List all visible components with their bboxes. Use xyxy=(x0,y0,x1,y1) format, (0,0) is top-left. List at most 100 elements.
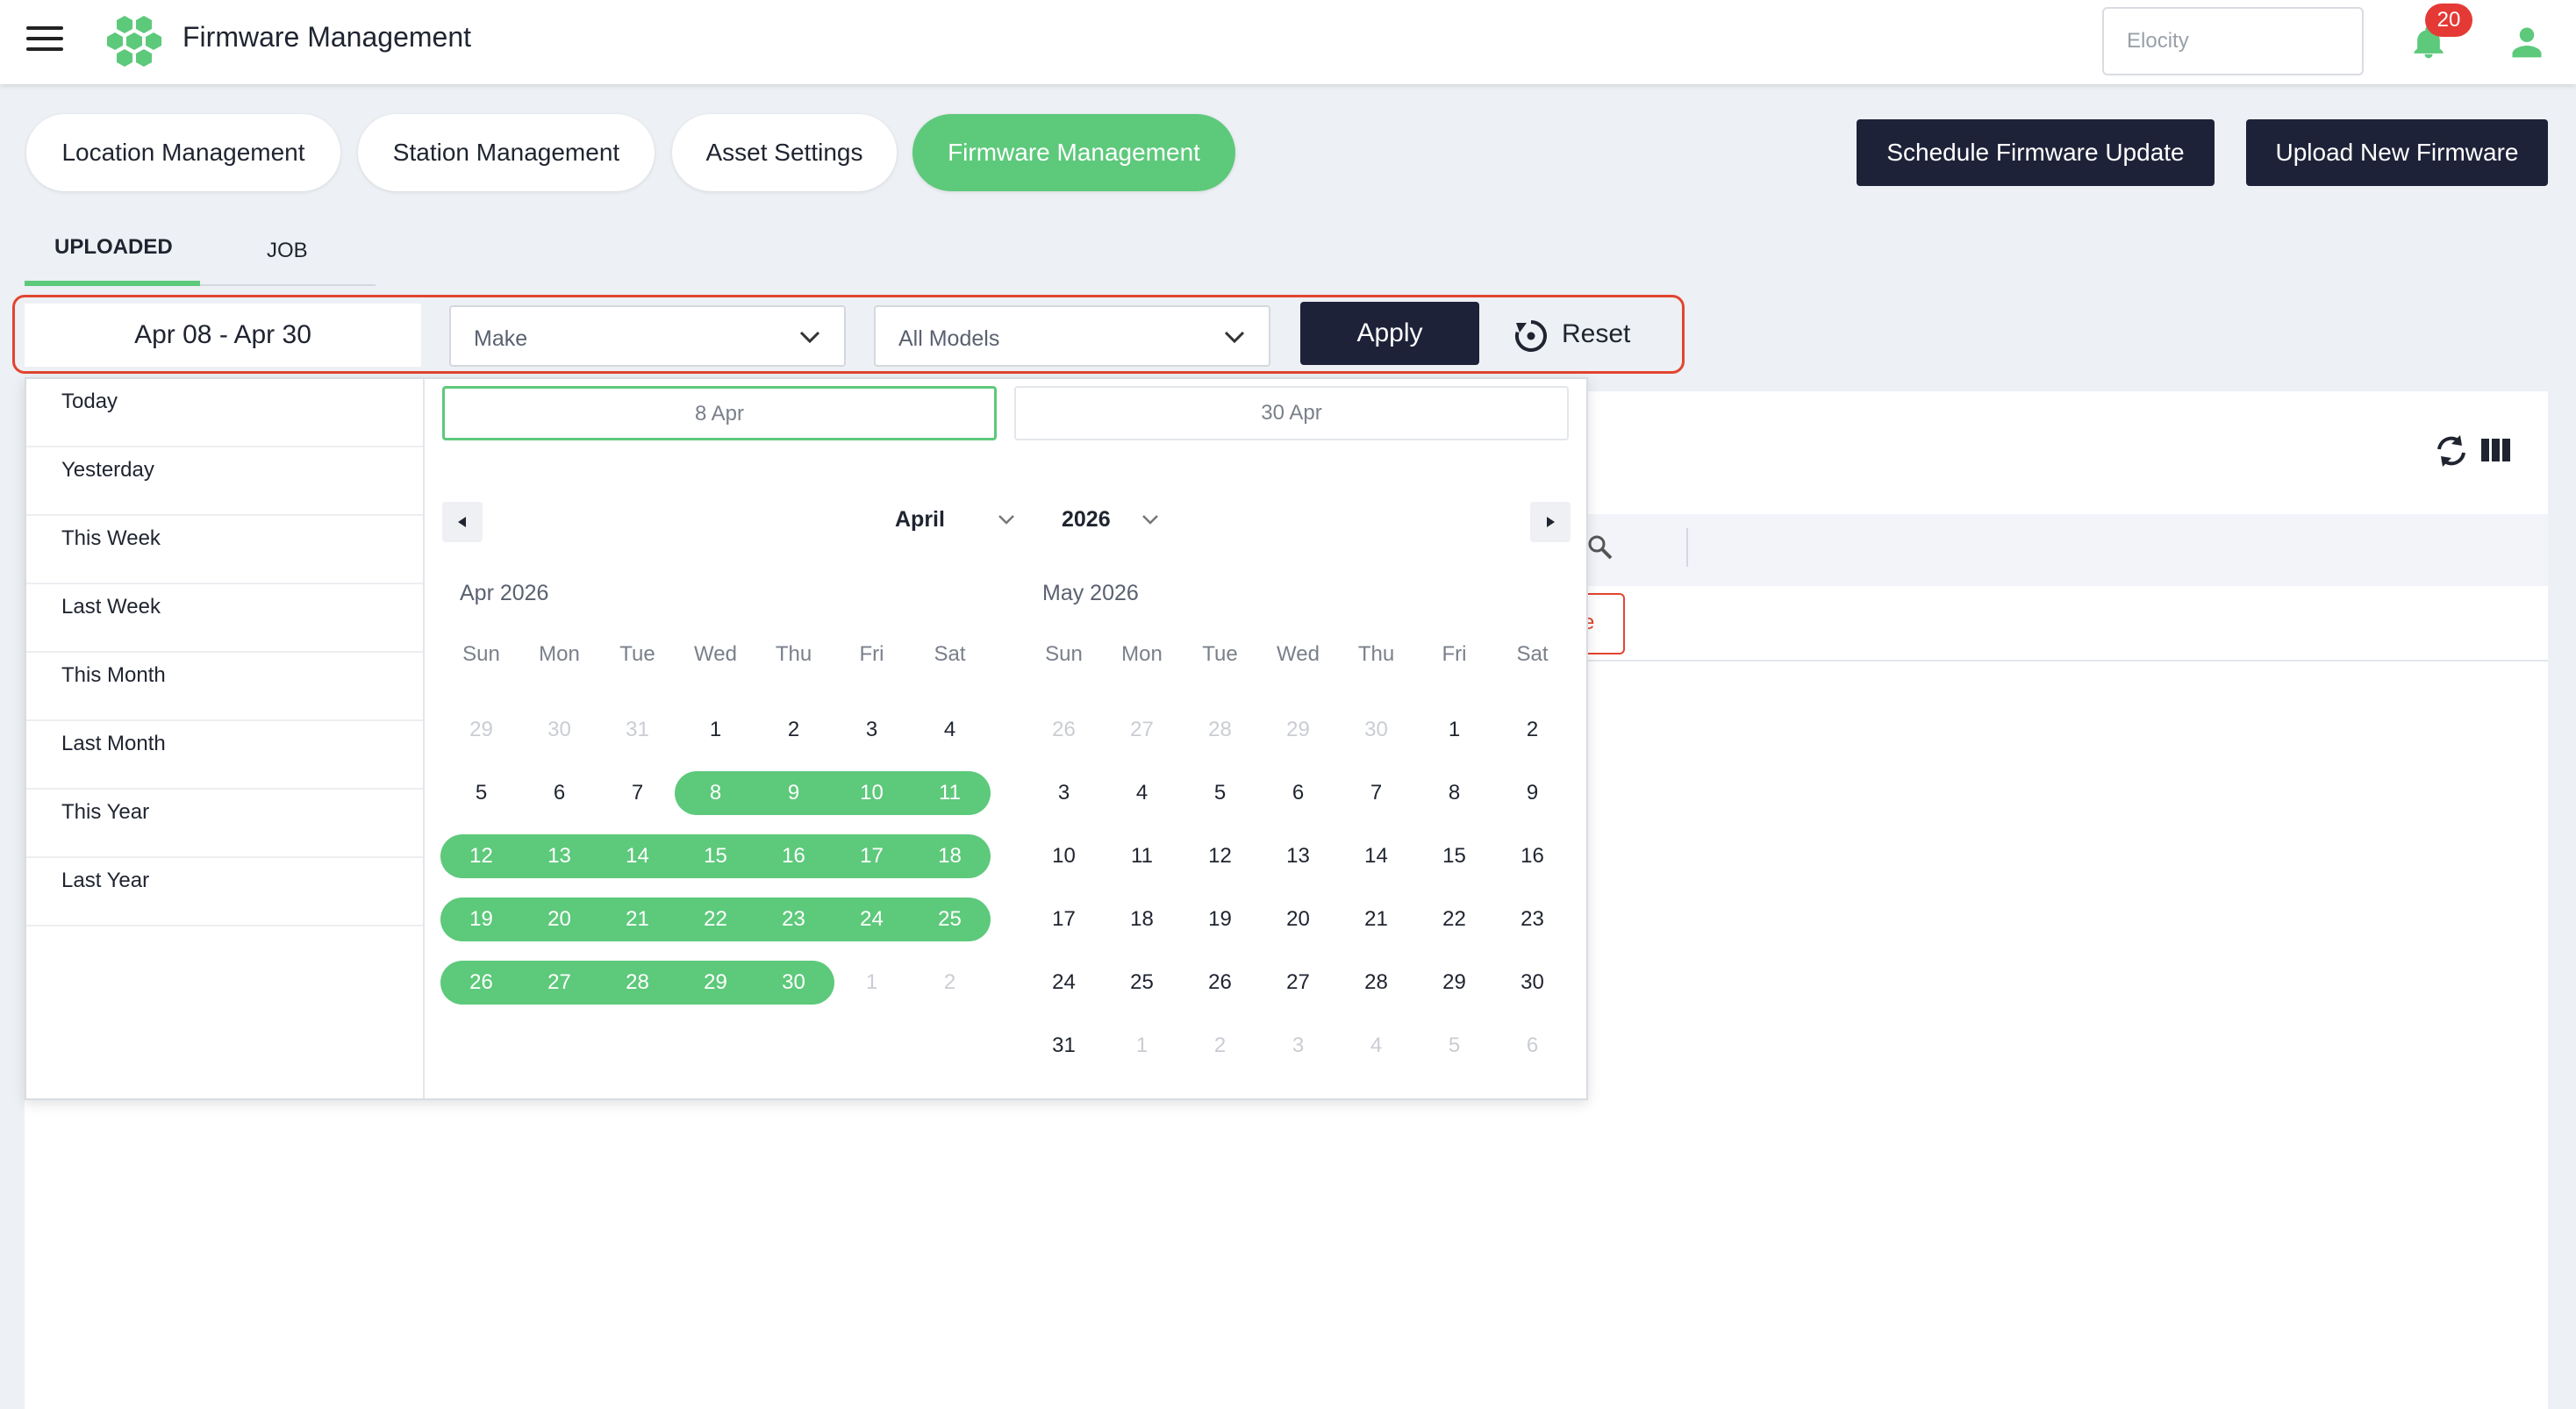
user-icon[interactable] xyxy=(2508,23,2546,61)
calendar-day[interactable]: 6 xyxy=(1259,772,1337,814)
preset-this-week[interactable]: This Week xyxy=(26,516,423,584)
calendar-day[interactable]: 28 xyxy=(598,962,676,1004)
calendar-day[interactable]: 23 xyxy=(755,898,833,941)
calendar-day[interactable]: 26 xyxy=(442,962,520,1004)
calendar-day[interactable]: 29 xyxy=(676,962,755,1004)
calendar-day[interactable]: 20 xyxy=(520,898,598,941)
columns-icon[interactable] xyxy=(2481,439,2510,461)
calendar-day[interactable]: 22 xyxy=(676,898,755,941)
tab-job[interactable]: JOB xyxy=(267,239,308,263)
calendar-day[interactable]: 13 xyxy=(520,835,598,877)
tab-location-management[interactable]: Location Management xyxy=(26,114,340,191)
calendar-day[interactable]: 24 xyxy=(1025,962,1103,1004)
calendar-day[interactable]: 1 xyxy=(1103,1025,1181,1067)
calendar-day[interactable]: 12 xyxy=(1181,835,1259,877)
preset-last-year[interactable]: Last Year xyxy=(26,858,423,926)
calendar-day[interactable]: 15 xyxy=(1415,835,1493,877)
calendar-day[interactable]: 27 xyxy=(1103,709,1181,751)
calendar-day[interactable]: 6 xyxy=(520,772,598,814)
prev-month-button[interactable] xyxy=(442,502,483,542)
calendar-day[interactable]: 5 xyxy=(1181,772,1259,814)
preset-this-month[interactable]: This Month xyxy=(26,653,423,721)
calendar-day[interactable]: 18 xyxy=(911,835,989,877)
calendar-day[interactable]: 14 xyxy=(598,835,676,877)
calendar-day[interactable]: 19 xyxy=(1181,898,1259,941)
calendar-day[interactable]: 27 xyxy=(520,962,598,1004)
preset-last-week[interactable]: Last Week xyxy=(26,584,423,653)
calendar-day[interactable]: 4 xyxy=(911,709,989,751)
calendar-day[interactable]: 12 xyxy=(442,835,520,877)
calendar-day[interactable]: 30 xyxy=(755,962,833,1004)
calendar-day[interactable]: 29 xyxy=(1259,709,1337,751)
date-range-input[interactable]: Apr 08 - Apr 30 xyxy=(25,304,421,367)
calendar-day[interactable]: 11 xyxy=(1103,835,1181,877)
calendar-day[interactable]: 21 xyxy=(1337,898,1415,941)
calendar-day[interactable]: 4 xyxy=(1337,1025,1415,1067)
calendar-day[interactable]: 9 xyxy=(1493,772,1571,814)
calendar-day[interactable]: 27 xyxy=(1259,962,1337,1004)
calendar-day[interactable]: 31 xyxy=(1025,1025,1103,1067)
calendar-day[interactable]: 3 xyxy=(833,709,911,751)
preset-yesterday[interactable]: Yesterday xyxy=(26,447,423,516)
calendar-day[interactable]: 2 xyxy=(755,709,833,751)
start-date-input[interactable]: 8 Apr xyxy=(442,386,997,440)
calendar-day[interactable]: 28 xyxy=(1181,709,1259,751)
calendar-day[interactable]: 23 xyxy=(1493,898,1571,941)
calendar-day[interactable]: 15 xyxy=(676,835,755,877)
calendar-day[interactable]: 31 xyxy=(598,709,676,751)
month-select[interactable]: April xyxy=(895,507,1018,533)
upload-new-firmware-button[interactable]: Upload New Firmware xyxy=(2246,119,2548,186)
tab-asset-settings[interactable]: Asset Settings xyxy=(672,114,897,191)
calendar-day[interactable]: 4 xyxy=(1103,772,1181,814)
calendar-day[interactable]: 2 xyxy=(1181,1025,1259,1067)
calendar-day[interactable]: 1 xyxy=(1415,709,1493,751)
calendar-day[interactable]: 26 xyxy=(1025,709,1103,751)
calendar-day[interactable]: 17 xyxy=(833,835,911,877)
schedule-firmware-update-button[interactable]: Schedule Firmware Update xyxy=(1857,119,2215,186)
calendar-day[interactable]: 30 xyxy=(520,709,598,751)
calendar-day[interactable]: 18 xyxy=(1103,898,1181,941)
calendar-day[interactable]: 14 xyxy=(1337,835,1415,877)
calendar-day[interactable]: 17 xyxy=(1025,898,1103,941)
tab-uploaded[interactable]: UPLOADED xyxy=(54,235,173,260)
tab-firmware-management[interactable]: Firmware Management xyxy=(912,114,1235,191)
refresh-icon[interactable] xyxy=(2437,435,2465,467)
year-select[interactable]: 2026 xyxy=(1062,507,1167,533)
calendar-day[interactable]: 19 xyxy=(442,898,520,941)
calendar-day[interactable]: 9 xyxy=(755,772,833,814)
calendar-day[interactable]: 16 xyxy=(755,835,833,877)
calendar-day[interactable]: 3 xyxy=(1259,1025,1337,1067)
calendar-day[interactable]: 30 xyxy=(1493,962,1571,1004)
calendar-day[interactable]: 5 xyxy=(442,772,520,814)
calendar-day[interactable]: 25 xyxy=(1103,962,1181,1004)
menu-icon[interactable] xyxy=(26,26,63,54)
calendar-day[interactable]: 1 xyxy=(676,709,755,751)
apply-button[interactable]: Apply xyxy=(1300,302,1479,365)
preset-this-year[interactable]: This Year xyxy=(26,790,423,858)
end-date-input[interactable]: 30 Apr xyxy=(1014,386,1569,440)
calendar-day[interactable]: 7 xyxy=(598,772,676,814)
next-month-button[interactable] xyxy=(1530,502,1571,542)
calendar-day[interactable]: 7 xyxy=(1337,772,1415,814)
tenant-input[interactable] xyxy=(2102,7,2364,75)
search-icon[interactable] xyxy=(1586,533,1614,561)
calendar-day[interactable]: 16 xyxy=(1493,835,1571,877)
make-select[interactable]: Make xyxy=(449,305,846,367)
calendar-day[interactable]: 3 xyxy=(1025,772,1103,814)
tab-station-management[interactable]: Station Management xyxy=(358,114,655,191)
calendar-day[interactable]: 24 xyxy=(833,898,911,941)
calendar-day[interactable]: 11 xyxy=(911,772,989,814)
preset-today[interactable]: Today xyxy=(26,379,423,447)
calendar-day[interactable]: 10 xyxy=(833,772,911,814)
calendar-day[interactable]: 29 xyxy=(442,709,520,751)
preset-last-month[interactable]: Last Month xyxy=(26,721,423,790)
calendar-day[interactable]: 10 xyxy=(1025,835,1103,877)
calendar-day[interactable]: 29 xyxy=(1415,962,1493,1004)
calendar-day[interactable]: 13 xyxy=(1259,835,1337,877)
calendar-day[interactable]: 2 xyxy=(911,962,989,1004)
calendar-day[interactable]: 5 xyxy=(1415,1025,1493,1067)
calendar-day[interactable]: 25 xyxy=(911,898,989,941)
calendar-day[interactable]: 30 xyxy=(1337,709,1415,751)
calendar-day[interactable]: 2 xyxy=(1493,709,1571,751)
calendar-day[interactable]: 1 xyxy=(833,962,911,1004)
